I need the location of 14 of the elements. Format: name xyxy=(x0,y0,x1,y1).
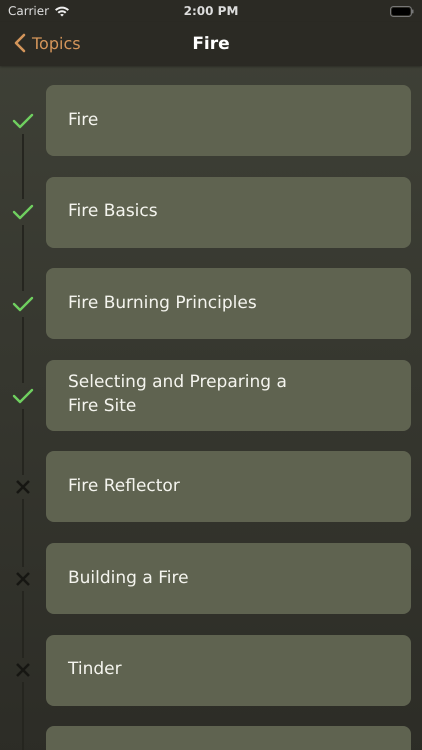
carrier-label: Carrier xyxy=(8,4,50,18)
topic-card[interactable]: Fire Burning Principles xyxy=(46,268,411,340)
status-time: 2:00 PM xyxy=(184,4,238,18)
topic-card[interactable]: Fire Basics xyxy=(46,176,411,248)
wifi-icon xyxy=(54,5,70,17)
topic-card[interactable]: Fire xyxy=(46,85,411,156)
nav-title: Fire xyxy=(192,34,230,54)
topic-card[interactable]: Fire Reflector xyxy=(46,451,411,522)
topic-card[interactable]: Selecting and Preparing a Fire Site xyxy=(46,360,411,431)
back-button[interactable]: Topics xyxy=(12,31,83,55)
topic-card[interactable]: Building a Fire xyxy=(46,542,411,614)
chevron-left-icon xyxy=(14,33,26,53)
battery-icon xyxy=(390,6,414,16)
topic-card[interactable]: Tinder xyxy=(46,634,411,706)
